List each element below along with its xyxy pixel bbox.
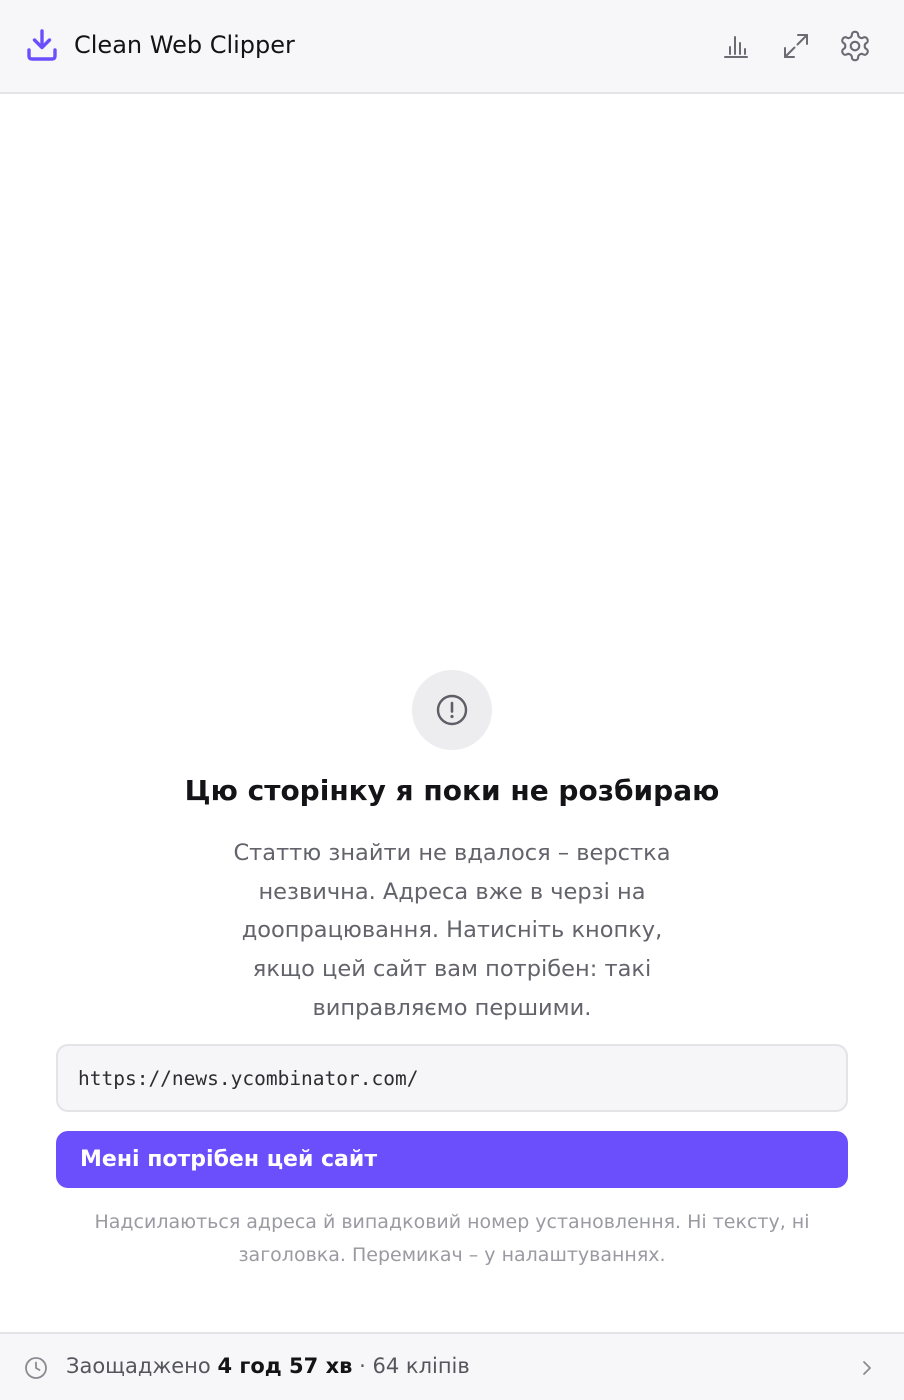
description-line: доопрацювання. Натисніть кнопку, xyxy=(241,917,663,944)
note-line: заголовка. Перемикач – у налаштуваннях. xyxy=(238,1244,666,1266)
brand: Clean Web Clipper xyxy=(26,28,295,62)
separator: · xyxy=(359,1354,366,1378)
saved-time: 4 год 57 хв xyxy=(217,1354,353,1378)
note-line: Надсилаються адреса й випадковий номер у… xyxy=(94,1211,810,1233)
stats-button[interactable] xyxy=(718,28,754,64)
app-title: Clean Web Clipper xyxy=(74,31,295,59)
privacy-note: Надсилаються адреса й випадковий номер у… xyxy=(72,1206,832,1272)
description-line: незвична. Адреса вже в черзі на xyxy=(258,878,646,905)
empty-state-description: Статтю знайти не вдалося – верстка незви… xyxy=(232,834,672,1028)
gear-icon xyxy=(841,30,869,62)
description-line: Статтю знайти не вдалося – верстка xyxy=(233,840,671,866)
time-saved-summary: Заощаджено 4 год 57 хв · 64 кліпів xyxy=(66,1354,470,1378)
alert-circle-icon xyxy=(436,694,468,726)
download-tray-icon xyxy=(27,29,57,61)
description-line: виправляємо першими. xyxy=(312,994,592,1021)
alert-badge xyxy=(412,670,492,750)
page-url-field[interactable]: https://news.ycombinator.com/ xyxy=(56,1044,848,1112)
expand-arrows-icon xyxy=(784,34,808,58)
empty-state-title: Цю сторінку я поки не розбираю xyxy=(184,774,720,807)
bar-chart-icon xyxy=(724,36,748,58)
description-line: якщо цей сайт вам потрібен: такі xyxy=(252,956,652,983)
settings-button[interactable] xyxy=(837,28,873,64)
expand-button[interactable] xyxy=(778,28,814,64)
app-header: Clean Web Clipper xyxy=(0,0,904,94)
need-this-site-button[interactable]: Мені потрібен цей сайт xyxy=(56,1131,848,1188)
clips-count: 64 кліпів xyxy=(372,1354,470,1378)
clock-icon xyxy=(25,1357,47,1379)
chevron-right-icon xyxy=(863,1361,871,1375)
saved-label: Заощаджено xyxy=(66,1354,211,1378)
stats-footer[interactable]: Заощаджено 4 год 57 хв · 64 кліпів xyxy=(0,1332,904,1400)
